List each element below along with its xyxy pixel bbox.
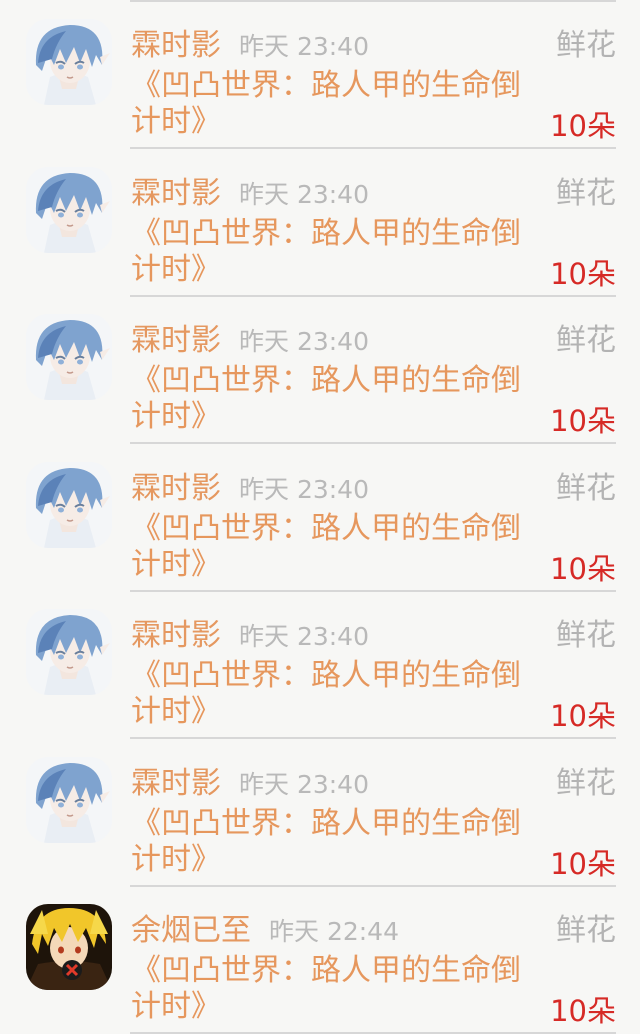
avatar[interactable] (26, 19, 112, 105)
gift-record-row[interactable]: 霖时影 昨天 23:40 鲜花 《凹凸世界：路人甲的生命倒计时》 10朵 (0, 297, 640, 444)
timestamp: 昨天 23:40 (239, 179, 369, 209)
gift-record-list: 霖时影 昨天 23:40 鲜花 《凹凸世界：路人甲的生命倒计时》 10朵 霖时影 昨天 2… (0, 0, 640, 1034)
gift-record-row[interactable]: 霖时影 昨天 23:40 鲜花 《凹凸世界：路人甲的生命倒计时》 10朵 (0, 740, 640, 887)
gift-record-row[interactable]: 霖时影 昨天 23:40 鲜花 《凹凸世界：路人甲的生命倒计时》 10朵 (0, 445, 640, 592)
user-name[interactable]: 霖时影 (131, 174, 221, 214)
avatar[interactable] (26, 461, 112, 548)
timestamp: 昨天 23:40 (239, 474, 369, 504)
gift-count: 10朵 (550, 994, 616, 1028)
work-title-link[interactable]: 《凹凸世界：路人甲的生命倒计时》 (131, 68, 536, 140)
work-title-link[interactable]: 《凹凸世界：路人甲的生命倒计时》 (131, 953, 536, 1025)
work-title-link[interactable]: 《凹凸世界：路人甲的生命倒计时》 (131, 216, 536, 288)
gift-type-label: 鲜花 (556, 913, 616, 948)
user-name[interactable]: 霖时影 (131, 469, 221, 509)
user-name[interactable]: 霖时影 (131, 321, 221, 361)
user-name[interactable]: 霖时影 (131, 26, 221, 66)
gift-record-row[interactable]: 霖时影 昨天 23:40 鲜花 《凹凸世界：路人甲的生命倒计时》 10朵 (0, 2, 640, 149)
gift-count: 10朵 (550, 551, 616, 586)
gift-record-row[interactable]: 霖时影 昨天 23:40 鲜花 《凹凸世界：路人甲的生命倒计时》 10朵 (0, 592, 640, 739)
gift-count: 10朵 (550, 256, 616, 291)
avatar[interactable] (26, 314, 112, 400)
timestamp: 昨天 22:44 (269, 917, 399, 946)
gift-type-label: 鲜花 (556, 618, 616, 653)
avatar[interactable] (26, 756, 112, 843)
gift-count: 10朵 (550, 404, 616, 438)
work-title-link[interactable]: 《凹凸世界：路人甲的生命倒计时》 (131, 658, 536, 730)
gift-type-label: 鲜花 (556, 765, 616, 801)
timestamp: 昨天 23:40 (239, 327, 369, 356)
gift-type-label: 鲜花 (556, 175, 616, 211)
timestamp: 昨天 23:40 (239, 769, 369, 799)
user-name[interactable]: 余烟已至 (131, 911, 251, 951)
gift-type-label: 鲜花 (556, 28, 616, 63)
avatar[interactable] (26, 904, 112, 990)
work-title-link[interactable]: 《凹凸世界：路人甲的生命倒计时》 (131, 806, 536, 878)
avatar[interactable] (26, 609, 112, 695)
work-title-link[interactable]: 《凹凸世界：路人甲的生命倒计时》 (131, 511, 536, 583)
gift-count: 10朵 (550, 846, 616, 881)
avatar[interactable] (26, 166, 112, 253)
work-title-link[interactable]: 《凹凸世界：路人甲的生命倒计时》 (131, 363, 536, 435)
gift-type-label: 鲜花 (556, 323, 616, 358)
user-name[interactable]: 霖时影 (131, 616, 221, 656)
gift-count: 10朵 (550, 699, 616, 733)
timestamp: 昨天 23:40 (239, 622, 369, 651)
gift-type-label: 鲜花 (556, 470, 616, 506)
gift-record-row[interactable]: 霖时影 昨天 23:40 鲜花 《凹凸世界：路人甲的生命倒计时》 10朵 (0, 150, 640, 297)
timestamp: 昨天 23:40 (239, 32, 369, 61)
user-name[interactable]: 霖时影 (131, 764, 221, 804)
gift-count: 10朵 (550, 109, 616, 143)
gift-record-row[interactable]: 余烟已至 昨天 22:44 鲜花 《凹凸世界：路人甲的生命倒计时》 10朵 (0, 887, 640, 1034)
